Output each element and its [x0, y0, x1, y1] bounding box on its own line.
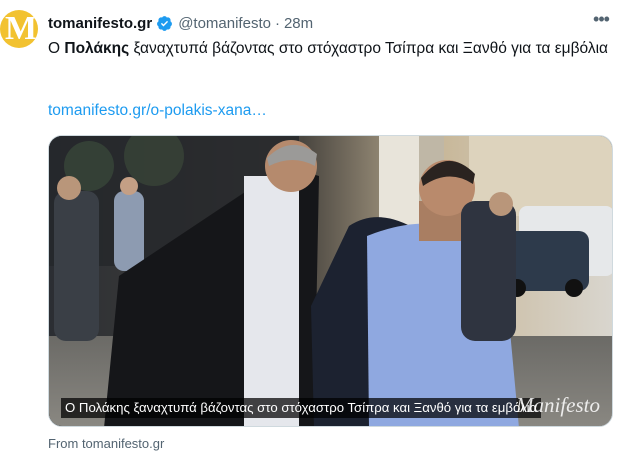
timestamp[interactable]: 28m — [284, 15, 313, 32]
article-link[interactable]: tomanifesto.gr/o-polakis-xana… — [48, 102, 267, 120]
more-options-icon[interactable]: ••• — [591, 10, 611, 32]
separator-dot: · — [274, 14, 280, 32]
tweet-header: tomanifesto.gr @tomanifesto · 28m — [48, 12, 313, 34]
media-caption: Ο Πολάκης ξαναχτυπά βάζοντας στο στόχαστ… — [61, 398, 542, 418]
media-photo[interactable]: Ο Πολάκης ξαναχτυπά βάζοντας στο στόχαστ… — [48, 135, 613, 427]
tweet-card[interactable]: M tomanifesto.gr @tomanifesto · 28m ••• … — [0, 0, 627, 451]
verified-badge-icon — [157, 15, 173, 31]
photo-image — [49, 136, 612, 426]
media-watermark: Manifesto — [516, 393, 600, 417]
link-source[interactable]: From tomanifesto.gr — [48, 436, 164, 451]
tweet-text-start: Ο — [48, 40, 65, 57]
handle[interactable]: @tomanifesto — [178, 15, 271, 32]
tweet-text: Ο Πολάκης ξαναχτυπά βάζοντας στο στόχαστ… — [48, 38, 613, 60]
avatar[interactable]: M — [0, 10, 38, 48]
display-name[interactable]: tomanifesto.gr — [48, 15, 152, 32]
tweet-text-rest: ξαναχτυπά βάζοντας στο στόχαστρο Τσίπρα … — [129, 40, 608, 57]
avatar-letter: M — [5, 10, 38, 47]
tweet-text-bold: Πολάκης — [64, 40, 130, 57]
